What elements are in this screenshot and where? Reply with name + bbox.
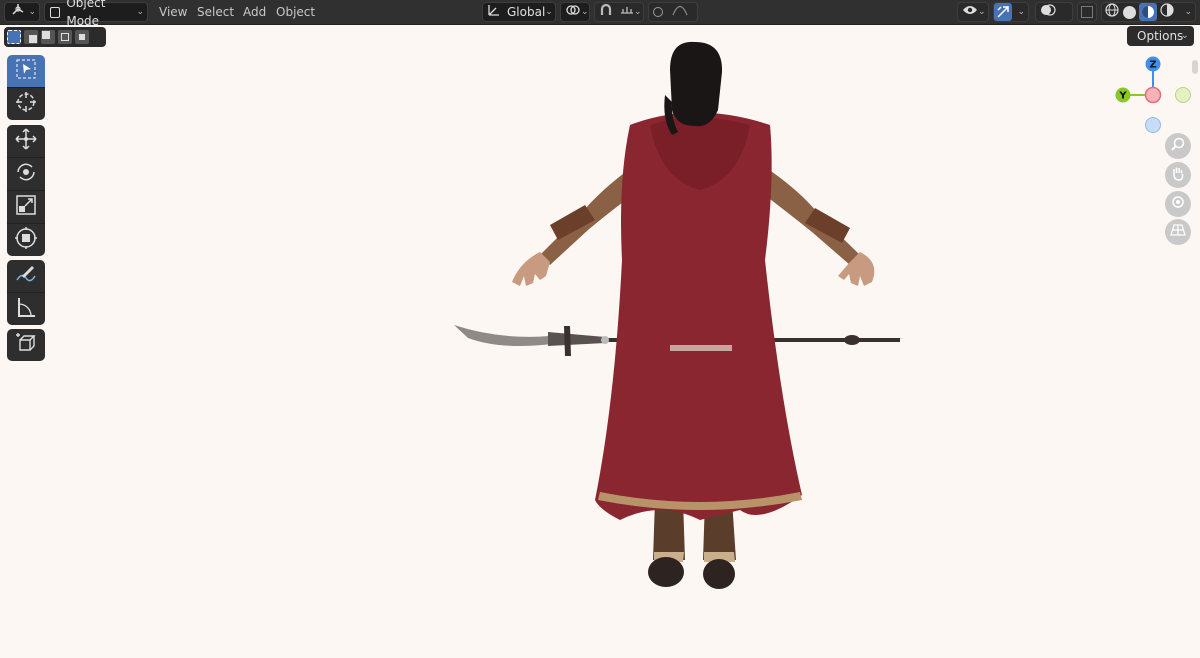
tool-annotate[interactable]	[7, 260, 45, 293]
eye-icon	[962, 3, 978, 21]
solid-shading-icon[interactable]	[1123, 5, 1136, 19]
chevron-down-icon: ⌄	[545, 7, 553, 17]
z-axis-label: Z	[1149, 60, 1156, 71]
cursor-icon	[14, 90, 38, 118]
menu-select[interactable]: Select	[193, 0, 238, 24]
negative-z-axis-ball[interactable]	[1145, 117, 1161, 133]
grid-perspective-icon	[1170, 222, 1186, 242]
left-hand	[512, 252, 550, 286]
xray-toggle[interactable]	[1077, 2, 1097, 22]
axis-gizmo[interactable]: Z Y	[1110, 55, 1194, 135]
editor-type-selector[interactable]: ⌄	[4, 2, 40, 22]
right-boot	[703, 559, 735, 589]
xray-icon	[1081, 6, 1093, 18]
hand-icon	[1170, 165, 1186, 185]
shading-mode-group[interactable]: ⌄	[1101, 2, 1196, 22]
visibility-dropdown[interactable]: ⌄	[957, 2, 989, 22]
tool-rotate[interactable]	[7, 158, 45, 191]
proportional-editing-icon	[653, 7, 663, 17]
select-box-icon	[15, 58, 37, 84]
tool-transform[interactable]	[7, 224, 45, 256]
falloff-curve-icon	[672, 3, 688, 21]
transform-icon	[14, 226, 38, 254]
chevron-down-icon: ⌄	[28, 7, 36, 17]
options-dropdown[interactable]: Options ⌄	[1127, 26, 1194, 46]
select-subtract-icon[interactable]	[41, 30, 55, 44]
tool-select-box[interactable]	[7, 55, 45, 88]
chevron-down-icon: ⌄	[1017, 7, 1025, 17]
object-mode-icon	[50, 6, 61, 18]
camera-icon	[1170, 194, 1186, 214]
mode-label: Object Mode	[66, 0, 106, 28]
chevron-down-icon: ⌄	[634, 7, 642, 17]
pivot-point-dropdown[interactable]: ⌄	[560, 2, 590, 22]
select-new-icon[interactable]	[7, 30, 21, 44]
menu-add[interactable]: Add	[239, 0, 270, 24]
material-preview-icon[interactable]	[1139, 3, 1157, 21]
menu-object[interactable]: Object	[272, 0, 319, 24]
wireframe-shading-icon[interactable]	[1104, 2, 1120, 23]
selection-mode-group	[4, 27, 106, 47]
negative-y-axis-ball[interactable]	[1175, 87, 1191, 103]
scale-icon	[14, 193, 38, 221]
tool-move[interactable]	[7, 125, 45, 158]
mode-dropdown[interactable]: Object Mode ⌄	[44, 0, 148, 28]
proportional-editing-group[interactable]	[648, 2, 698, 22]
select-invert-icon[interactable]	[58, 30, 72, 44]
gizmo-toggle-icon[interactable]	[994, 3, 1012, 21]
chevron-down-icon: ⌄	[581, 7, 589, 17]
right-arm	[758, 165, 860, 265]
chevron-down-icon: ⌄	[978, 7, 986, 17]
options-label: Options	[1137, 29, 1184, 43]
pivot-icon	[565, 3, 581, 22]
left-boot	[648, 557, 684, 587]
toolbar-select-group	[7, 55, 45, 120]
overlays-toggle[interactable]	[1035, 2, 1073, 22]
pan-view-button[interactable]	[1165, 162, 1191, 188]
tool-scale[interactable]	[7, 191, 45, 224]
select-extend-icon[interactable]	[24, 30, 38, 44]
character-model[interactable]	[440, 40, 920, 600]
x-axis-ball[interactable]	[1144, 86, 1162, 104]
orientation-icon	[487, 3, 501, 22]
select-intersect-icon[interactable]	[75, 30, 89, 44]
rotate-icon	[14, 160, 38, 188]
zoom-view-button[interactable]	[1165, 133, 1191, 159]
menu-view[interactable]: View	[155, 0, 191, 24]
gizmo-dropdown[interactable]: ⌄	[993, 2, 1029, 22]
annotate-pencil-icon	[14, 262, 38, 290]
magnifier-icon	[1170, 136, 1186, 156]
overlays-icon	[1040, 3, 1056, 22]
magnet-icon	[598, 3, 614, 22]
rendered-shading-icon[interactable]	[1160, 2, 1174, 22]
tool-add-cube[interactable]	[7, 329, 45, 361]
chevron-down-icon: ⌄	[136, 7, 144, 17]
viewport-header: ⌄ Object Mode ⌄ View Select Add Object G…	[0, 0, 1200, 28]
chevron-down-icon: ⌄	[1184, 7, 1192, 17]
3d-viewport-icon	[10, 3, 26, 22]
toolbar-annotate-group	[7, 260, 45, 325]
toolbar-transform-group	[7, 125, 45, 256]
y-axis-label: Y	[1118, 91, 1127, 102]
chevron-down-icon: ⌄	[1180, 30, 1189, 41]
character-head	[670, 41, 723, 127]
measure-ruler-icon	[14, 295, 38, 323]
tool-measure[interactable]	[7, 293, 45, 325]
perspective-toggle-button[interactable]	[1165, 219, 1191, 245]
toolbar-add-group	[7, 329, 45, 361]
add-cube-icon	[14, 331, 38, 359]
viewport-scrollbar[interactable]	[1192, 60, 1198, 74]
camera-view-button[interactable]	[1165, 191, 1191, 217]
orientation-label: Global	[507, 5, 546, 19]
snapping-group[interactable]: ⌄	[594, 2, 644, 22]
move-icon	[14, 127, 38, 155]
tool-cursor[interactable]	[7, 88, 45, 120]
transform-orientation-dropdown[interactable]: Global ⌄	[482, 2, 556, 22]
snap-increment-icon	[620, 3, 634, 22]
